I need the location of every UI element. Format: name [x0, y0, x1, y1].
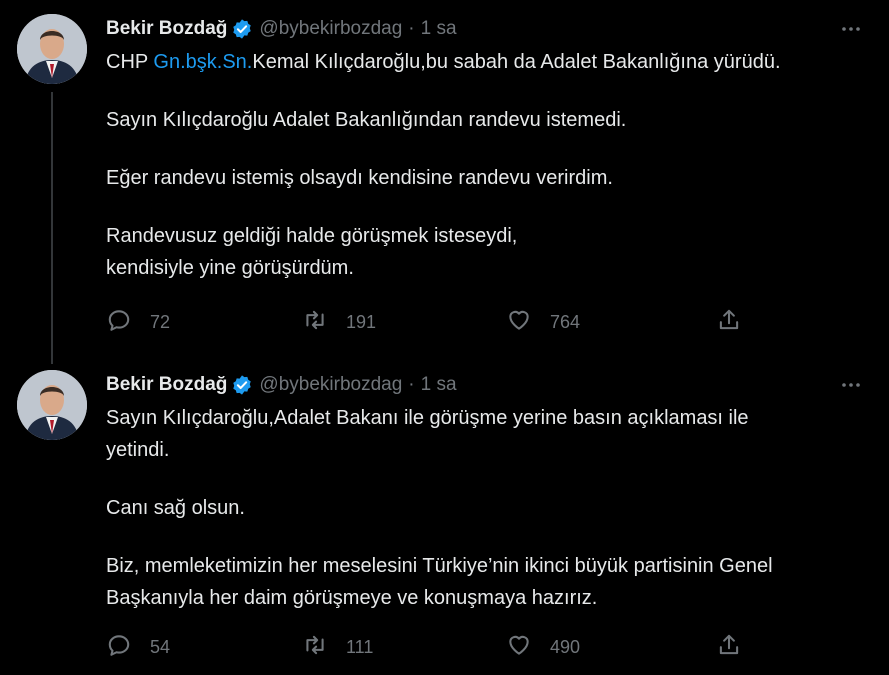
author-handle[interactable]: @bybekirbozdag	[259, 18, 402, 40]
retweet-button[interactable]: 191	[302, 307, 376, 337]
tweet-text: CHP Gn.bşk.Sn.Kemal Kılıçdaroğlu,bu saba…	[106, 46, 876, 284]
share-icon	[716, 632, 742, 663]
verified-badge-icon	[231, 18, 253, 40]
text-fragment: Kemal Kılıçdaroğlu,bu sabah da Adalet Ba…	[252, 51, 781, 73]
timestamp[interactable]: 1 sa	[421, 374, 457, 396]
thread-line	[51, 92, 53, 364]
reply-icon	[106, 307, 132, 338]
like-count: 764	[550, 311, 581, 332]
retweet-button[interactable]: 111	[302, 632, 373, 662]
like-count: 490	[550, 636, 581, 657]
author-name[interactable]: Bekir Bozdağ	[106, 374, 227, 396]
like-button[interactable]: 490	[506, 632, 580, 662]
tweet[interactable]: Bekir Bozdağ @bybekirbozdag · 1 sa Sayın…	[0, 360, 889, 675]
reply-count: 54	[150, 636, 171, 657]
retweet-count: 191	[346, 311, 377, 332]
tweet-paragraph: Eğer randevu istemiş olsaydı kendisine r…	[106, 167, 613, 189]
tweet-text: Sayın Kılıçdaroğlu,Adalet Bakanı ile gör…	[106, 402, 876, 614]
share-button[interactable]	[716, 307, 742, 337]
reply-button[interactable]: 72	[106, 307, 170, 337]
tweet-paragraph: Randevusuz geldiği halde görüşmek istese…	[106, 225, 518, 247]
tweet-paragraph: Başkanıyla her daim görüşmeye ve konuşma…	[106, 587, 598, 609]
author-name[interactable]: Bekir Bozdağ	[106, 18, 227, 40]
share-icon	[716, 307, 742, 338]
retweet-icon	[302, 307, 328, 338]
text-fragment: CHP	[106, 51, 154, 73]
like-button[interactable]: 764	[506, 307, 580, 337]
tweet-header: Bekir Bozdağ @bybekirbozdag · 1 sa	[106, 373, 457, 397]
tweet-actions: 72 191 764	[106, 307, 756, 337]
separator-dot: ·	[408, 374, 415, 395]
tweet-actions: 54 111 490	[106, 632, 756, 662]
avatar[interactable]	[17, 370, 87, 440]
tweet-paragraph: Canı sağ olsun.	[106, 497, 245, 519]
verified-badge-icon	[231, 374, 253, 396]
separator-dot: ·	[408, 18, 415, 39]
tweet-paragraph: Biz, memleketimizin her meselesini Türki…	[106, 555, 773, 577]
heart-icon	[506, 632, 532, 663]
reply-button[interactable]: 54	[106, 632, 170, 662]
share-button[interactable]	[716, 632, 742, 662]
tweet[interactable]: Bekir Bozdağ @bybekirbozdag · 1 sa CHP G…	[0, 0, 889, 364]
more-dots-icon[interactable]	[839, 373, 863, 397]
tweet-paragraph: Sayın Kılıçdaroğlu Adalet Bakanlığından …	[106, 109, 627, 131]
more-dots-icon[interactable]	[839, 17, 863, 41]
reply-icon	[106, 632, 132, 663]
tweet-paragraph: yetindi.	[106, 439, 170, 461]
tweet-header: Bekir Bozdağ @bybekirbozdag · 1 sa	[106, 17, 457, 41]
avatar[interactable]	[17, 14, 87, 84]
tweet-paragraph: CHP Gn.bşk.Sn.Kemal Kılıçdaroğlu,bu saba…	[106, 46, 876, 78]
heart-icon	[506, 307, 532, 338]
timestamp[interactable]: 1 sa	[421, 18, 457, 40]
tweet-paragraph: Sayın Kılıçdaroğlu,Adalet Bakanı ile gör…	[106, 407, 749, 429]
reply-count: 72	[150, 311, 171, 332]
author-handle[interactable]: @bybekirbozdag	[259, 374, 402, 396]
retweet-count: 111	[346, 636, 374, 657]
tweet-paragraph: kendisiyle yine görüşürdüm.	[106, 257, 354, 279]
text-link[interactable]: Gn.bşk.Sn.	[153, 51, 252, 73]
retweet-icon	[302, 632, 328, 663]
